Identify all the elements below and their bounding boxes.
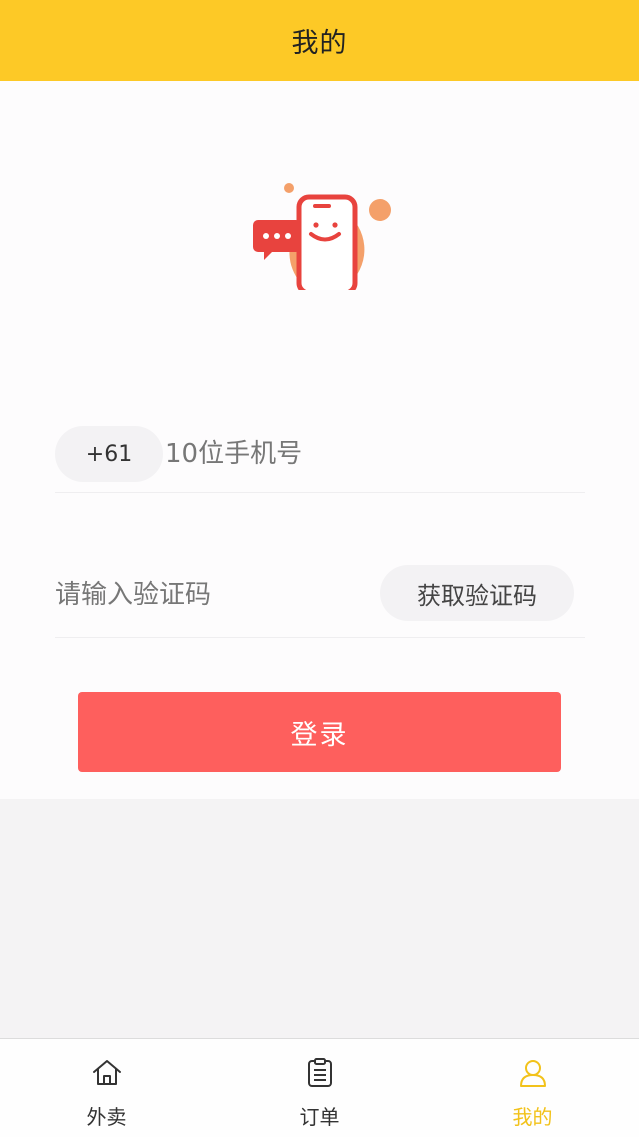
country-code-button[interactable]: +61 [55,426,163,482]
chat-dot [285,233,291,239]
eye-right [332,222,338,228]
phone-speaker [313,204,331,208]
page-title: 我的 [291,28,348,59]
get-code-button[interactable]: 获取验证码 [380,565,574,621]
dot-large [369,199,391,221]
tab-label: 外卖 [86,1105,127,1129]
phone-input[interactable] [165,426,565,482]
tab-label: 订单 [299,1105,340,1129]
user-icon [519,1060,546,1087]
chat-dot [263,233,269,239]
home-icon [92,1060,121,1085]
phone-shape [296,194,358,290]
tab-label: 我的 [512,1105,553,1129]
phone-chat-illustration-icon [253,183,391,290]
phone-row: +61 [55,426,585,493]
tab-mine[interactable]: 我的 [426,1039,639,1137]
login-button[interactable]: 登录 [78,692,561,772]
chat-dot [274,233,280,239]
code-row: 获取验证码 [55,563,585,638]
tab-takeout[interactable]: 外卖 [0,1039,213,1137]
dot-small [284,183,294,193]
eye-left [313,222,319,228]
header-bar: 我的 [0,0,639,81]
tab-bar: 外卖 订单 我的 [0,1038,639,1137]
chat-bubble-tail [264,252,272,260]
clipboard-icon [307,1058,332,1087]
verification-code-input[interactable] [55,567,355,623]
tab-orders[interactable]: 订单 [213,1039,426,1137]
